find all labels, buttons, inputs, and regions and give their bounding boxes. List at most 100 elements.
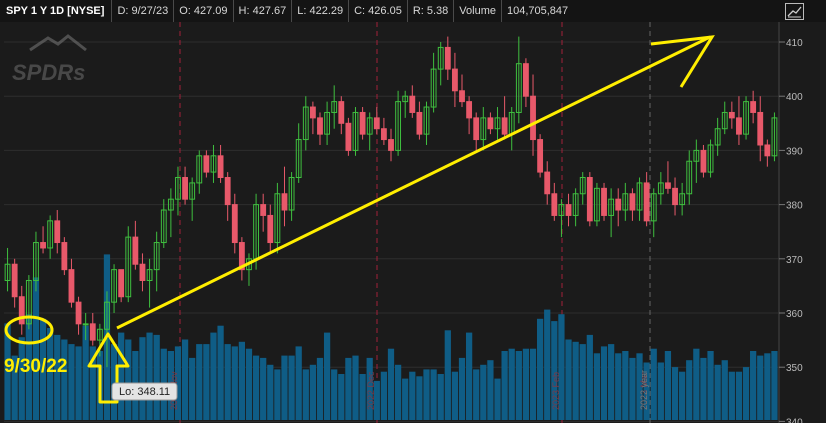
volume-bar-66 bbox=[473, 369, 480, 420]
volume-bar-44 bbox=[316, 357, 324, 420]
date-readout: D: 9/27/23 bbox=[111, 0, 173, 22]
period-label-4: 2022 year bbox=[639, 370, 649, 410]
volume-bar-8 bbox=[61, 339, 68, 420]
volume-bar-102 bbox=[728, 371, 735, 420]
volume-bar-56 bbox=[402, 378, 409, 420]
volume-bar-40 bbox=[288, 355, 295, 420]
chart-settings-icon[interactable] bbox=[785, 3, 804, 20]
volume-bar-63 bbox=[451, 371, 459, 420]
volume-bar-42 bbox=[302, 369, 309, 420]
volume-bar-108 bbox=[771, 351, 778, 420]
volume-bar-50 bbox=[359, 374, 366, 420]
volume-bar-93 bbox=[664, 351, 672, 420]
volume-bar-20 bbox=[146, 332, 153, 420]
y-tick-label-360: 360 bbox=[786, 309, 803, 320]
y-tick-label-400: 400 bbox=[786, 92, 803, 103]
start-date-label: 9/30/22 bbox=[4, 356, 67, 377]
volume-bar-68 bbox=[487, 360, 494, 420]
volume-bar-53 bbox=[380, 371, 388, 420]
volume-bar-45 bbox=[323, 332, 331, 420]
volume-bar-71 bbox=[508, 348, 515, 420]
low-tooltip: Lo: 348.11 bbox=[111, 382, 178, 401]
volume-bar-58 bbox=[416, 376, 423, 420]
volume-bar-36 bbox=[260, 357, 267, 420]
volume-bar-7 bbox=[54, 334, 61, 420]
volume-bar-88 bbox=[629, 357, 636, 420]
volume-bar-54 bbox=[387, 348, 395, 420]
volume-bar-92 bbox=[657, 362, 664, 420]
volume-bar-99 bbox=[707, 351, 714, 420]
volume-bar-72 bbox=[515, 351, 522, 420]
volume-bar-100 bbox=[714, 364, 721, 420]
volume-bar-95 bbox=[679, 371, 686, 420]
low-tooltip-text: Lo: 348.11 bbox=[119, 386, 170, 398]
volume-bar-55 bbox=[394, 364, 402, 420]
volume-bar-104 bbox=[742, 367, 750, 420]
volume-bar-57 bbox=[409, 371, 416, 420]
volume-readout: 104,705,847 bbox=[500, 0, 573, 22]
volume-bar-73 bbox=[522, 348, 530, 420]
volume-bar-30 bbox=[217, 325, 224, 420]
volume-bar-105 bbox=[750, 351, 757, 420]
volume-bar-75 bbox=[536, 318, 544, 420]
volume-bar-10 bbox=[75, 346, 82, 420]
volume-bar-49 bbox=[352, 355, 359, 420]
symbol-label[interactable]: SPY 1 Y 1D [NYSE] bbox=[0, 5, 111, 17]
open-readout: O: 427.09 bbox=[173, 0, 232, 22]
watermark-text: SPDRs bbox=[12, 60, 85, 85]
volume-bar-107 bbox=[764, 353, 771, 420]
volume-bar-101 bbox=[721, 360, 728, 420]
y-tick-label-370: 370 bbox=[786, 255, 803, 266]
y-tick-label-350: 350 bbox=[786, 363, 803, 374]
period-label-1: 2022 Dec bbox=[366, 371, 376, 410]
volume-bar-59 bbox=[423, 369, 430, 420]
volume-bar-98 bbox=[700, 357, 707, 420]
candle-75 bbox=[537, 134, 544, 178]
volume-bar-41 bbox=[295, 346, 302, 420]
y-tick-label-340: 340 bbox=[786, 417, 803, 423]
volume-bar-33 bbox=[238, 341, 246, 420]
candle-8 bbox=[61, 237, 68, 276]
volume-bar-26 bbox=[189, 357, 196, 420]
volume-bar-61 bbox=[437, 374, 444, 420]
volume-bar-38 bbox=[274, 369, 281, 420]
volume-bar-62 bbox=[444, 330, 451, 420]
volume-bar-65 bbox=[465, 332, 473, 420]
volume-bar-87 bbox=[622, 351, 629, 420]
volume-bar-94 bbox=[671, 367, 679, 420]
volume-label: Volume bbox=[453, 0, 501, 22]
chart-header: SPY 1 Y 1D [NYSE] D: 9/27/23 O: 427.09 H… bbox=[0, 0, 826, 23]
volume-bar-85 bbox=[608, 344, 615, 420]
range-readout: R: 5.38 bbox=[406, 0, 453, 22]
volume-bar-48 bbox=[345, 357, 352, 420]
volume-bar-83 bbox=[593, 353, 601, 420]
price-chart[interactable]: 2022 Nov2022 Dec2023 Feb2023 Mar2022 yea… bbox=[0, 22, 826, 423]
volume-bar-35 bbox=[252, 355, 260, 420]
volume-bar-37 bbox=[267, 364, 274, 420]
volume-bar-9 bbox=[68, 344, 75, 420]
volume-bar-17 bbox=[125, 339, 132, 420]
y-tick-label-410: 410 bbox=[786, 38, 803, 49]
volume-bar-70 bbox=[501, 351, 508, 420]
y-tick-label-380: 380 bbox=[786, 201, 803, 212]
volume-bar-91 bbox=[650, 348, 657, 420]
volume-bar-25 bbox=[181, 339, 189, 420]
volume-bar-29 bbox=[210, 332, 217, 420]
volume-bar-34 bbox=[245, 348, 253, 420]
volume-bar-4 bbox=[32, 277, 40, 420]
volume-bar-97 bbox=[693, 348, 700, 420]
volume-bar-60 bbox=[430, 369, 437, 420]
volume-bar-69 bbox=[494, 378, 501, 420]
candle-84 bbox=[601, 182, 607, 221]
volume-bar-79 bbox=[565, 339, 572, 420]
volume-bar-28 bbox=[203, 344, 210, 420]
volume-bar-84 bbox=[600, 346, 608, 420]
volume-bar-39 bbox=[281, 355, 288, 420]
low-readout: L: 422.29 bbox=[291, 0, 348, 22]
volume-bar-82 bbox=[586, 334, 593, 420]
volume-bar-2 bbox=[18, 337, 25, 420]
volume-bar-64 bbox=[458, 357, 466, 420]
volume-bar-74 bbox=[529, 348, 537, 420]
volume-bar-103 bbox=[735, 371, 743, 420]
volume-bar-76 bbox=[544, 309, 551, 420]
